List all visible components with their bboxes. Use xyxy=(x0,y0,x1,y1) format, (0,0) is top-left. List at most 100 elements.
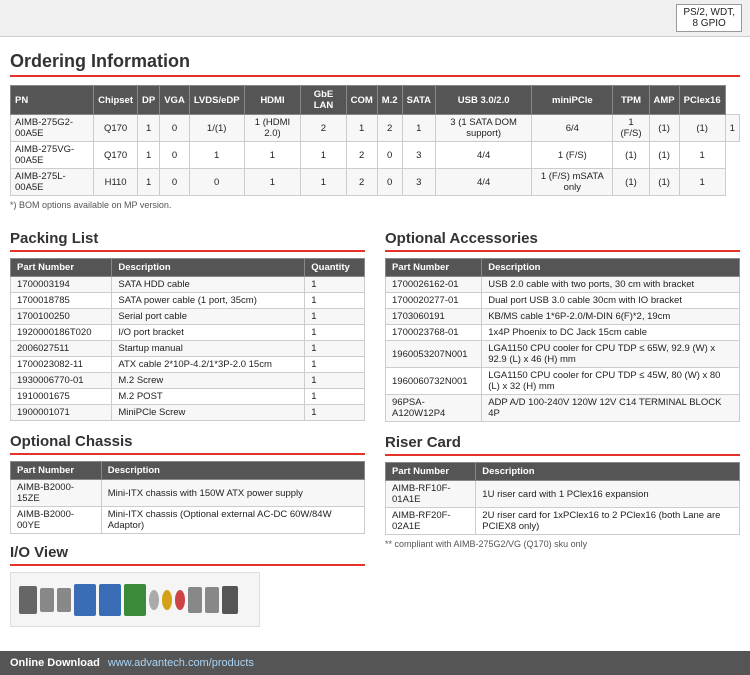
list-item: 1700003194SATA HDD cable1 xyxy=(11,277,365,293)
io-view-image xyxy=(10,572,260,627)
table-cell: 1700003194 xyxy=(11,277,112,293)
acc-col-desc: Description xyxy=(482,259,740,277)
table-cell: 1 xyxy=(305,325,365,341)
table-cell: 1 xyxy=(305,389,365,405)
main-content: Ordering Information PN Chipset DP VGA L… xyxy=(0,51,750,637)
table-cell: 2006027511 xyxy=(11,341,112,357)
table-cell: Serial port cable xyxy=(112,309,305,325)
table-cell: 1 xyxy=(138,115,160,142)
table-cell: 1 xyxy=(679,169,725,196)
table-cell: Q170 xyxy=(94,142,138,169)
table-cell: 3 (1 SATA DOM support) xyxy=(436,115,532,142)
chassis-col-desc: Description xyxy=(101,462,364,480)
top-bar-right: PS/2, WDT, 8 GPIO xyxy=(676,4,742,32)
table-cell: 1 xyxy=(138,142,160,169)
table-cell: 1 xyxy=(305,309,365,325)
col-gbe: GbE LAN xyxy=(301,86,346,115)
list-item: 1700023082-11ATX cable 2*10P-4.2/1*3P-2.… xyxy=(11,357,365,373)
table-cell: SATA power cable (1 port, 35cm) xyxy=(112,293,305,309)
table-cell: Mini-ITX chassis with 150W ATX power sup… xyxy=(101,480,364,507)
col-tpm: TPM xyxy=(613,86,649,115)
optional-chassis-table: Part Number Description AIMB-B2000-15ZEM… xyxy=(10,461,365,534)
table-cell: M.2 POST xyxy=(112,389,305,405)
table-cell: LGA1150 CPU cooler for CPU TDP ≤ 45W, 80… xyxy=(482,368,740,395)
table-cell: 2 xyxy=(377,115,402,142)
table-cell: 0 xyxy=(160,115,190,142)
table-cell: (1) xyxy=(679,115,725,142)
table-cell: Mini-ITX chassis (Optional external AC-D… xyxy=(101,507,364,534)
table-cell: Dual port USB 3.0 cable 30cm with IO bra… xyxy=(482,293,740,309)
optional-accessories-title: Optional Accessories xyxy=(385,230,740,252)
table-cell: 2 xyxy=(301,115,346,142)
table-cell: 1900001071 xyxy=(11,405,112,421)
table-cell: 3 xyxy=(402,142,435,169)
table-cell: AIMB-275G2-00A5E xyxy=(11,115,94,142)
online-download-label: Online Download xyxy=(10,657,100,669)
col-hdmi: HDMI xyxy=(244,86,301,115)
table-cell: 1 xyxy=(301,169,346,196)
table-cell: 1U riser card with 1 PClex16 expansion xyxy=(476,481,740,508)
list-item: 1700026162-01USB 2.0 cable with two port… xyxy=(386,277,740,293)
table-cell: 1 xyxy=(305,357,365,373)
col-minipcie: miniPCle xyxy=(532,86,613,115)
list-item: 1900001071MiniPCle Screw1 xyxy=(11,405,365,421)
table-cell: 1 xyxy=(305,341,365,357)
table-cell: 1 (F/S) xyxy=(613,115,649,142)
table-cell: 1 xyxy=(244,169,301,196)
table-cell: SATA HDD cable xyxy=(112,277,305,293)
table-cell: 1/(1) xyxy=(189,115,244,142)
packing-col-qty: Quantity xyxy=(305,259,365,277)
list-item: 1930006770-01M.2 Screw1 xyxy=(11,373,365,389)
table-cell: 3 xyxy=(402,169,435,196)
table-cell: 1 (F/S) mSATA only xyxy=(532,169,613,196)
ordering-title: Ordering Information xyxy=(10,51,740,77)
optional-accessories-table: Part Number Description 1700026162-01USB… xyxy=(385,258,740,422)
col-dp: DP xyxy=(138,86,160,115)
table-cell: (1) xyxy=(613,142,649,169)
table-cell: (1) xyxy=(649,142,679,169)
col-chipset: Chipset xyxy=(94,86,138,115)
right-column: Optional Accessories Part Number Descrip… xyxy=(385,218,740,627)
table-cell: 96PSA-A120W12P4 xyxy=(386,395,482,422)
online-download-bar: Online Download www.advantech.com/produc… xyxy=(0,651,750,675)
ps2-gpio-box: PS/2, WDT, 8 GPIO xyxy=(676,4,742,32)
io-view-title: I/O View xyxy=(10,544,365,566)
ordering-footnote: *) BOM options available on MP version. xyxy=(10,200,740,210)
col-amp: AMP xyxy=(649,86,679,115)
ordering-table: PN Chipset DP VGA LVDS/eDP HDMI GbE LAN … xyxy=(10,85,740,196)
list-item: 1703060191KB/MS cable 1*6P-2.0/M-DIN 6(F… xyxy=(386,309,740,325)
list-item: 1960053207N001LGA1150 CPU cooler for CPU… xyxy=(386,341,740,368)
col-pn: PN xyxy=(11,86,94,115)
packing-col-desc: Description xyxy=(112,259,305,277)
table-cell: 0 xyxy=(189,169,244,196)
table-cell: 1700023082-11 xyxy=(11,357,112,373)
table-row: AIMB-275G2-00A5EQ170101/(1)1 (HDMI 2.0)2… xyxy=(11,115,740,142)
table-cell: 1 xyxy=(244,142,301,169)
table-cell: (1) xyxy=(649,169,679,196)
ps2-label: PS/2, WDT, xyxy=(683,7,735,18)
table-cell: LGA1150 CPU cooler for CPU TDP ≤ 65W, 92… xyxy=(482,341,740,368)
table-cell: 1700020277-01 xyxy=(386,293,482,309)
riser-card-table: Part Number Description AIMB-RF10F-01A1E… xyxy=(385,462,740,535)
table-cell: 1 xyxy=(725,115,739,142)
table-cell: 6/4 xyxy=(532,115,613,142)
left-column: Packing List Part Number Description Qua… xyxy=(10,218,365,627)
col-sata: SATA xyxy=(402,86,435,115)
table-cell: AIMB-B2000-15ZE xyxy=(11,480,102,507)
table-cell: 2U riser card for 1xPClex16 to 2 PClex16… xyxy=(476,508,740,535)
col-usb: USB 3.0/2.0 xyxy=(436,86,532,115)
table-cell: AIMB-275L-00A5E xyxy=(11,169,94,196)
online-download-url: www.advantech.com/products xyxy=(108,657,254,669)
table-cell: MiniPCle Screw xyxy=(112,405,305,421)
list-item: 96PSA-A120W12P4ADP A/D 100-240V 120W 12V… xyxy=(386,395,740,422)
table-cell: 1 (HDMI 2.0) xyxy=(244,115,301,142)
list-item: AIMB-B2000-00YEMini-ITX chassis (Optiona… xyxy=(11,507,365,534)
table-row: AIMB-275VG-00A5EQ170101112034/41 (F/S)(1… xyxy=(11,142,740,169)
list-item: 1700100250Serial port cable1 xyxy=(11,309,365,325)
table-cell: 1 xyxy=(305,277,365,293)
table-cell: 1700026162-01 xyxy=(386,277,482,293)
table-cell: AIMB-RF20F-02A1E xyxy=(386,508,476,535)
col-vga: VGA xyxy=(160,86,190,115)
table-cell: 2 xyxy=(346,142,377,169)
table-cell: ADP A/D 100-240V 120W 12V C14 TERMINAL B… xyxy=(482,395,740,422)
